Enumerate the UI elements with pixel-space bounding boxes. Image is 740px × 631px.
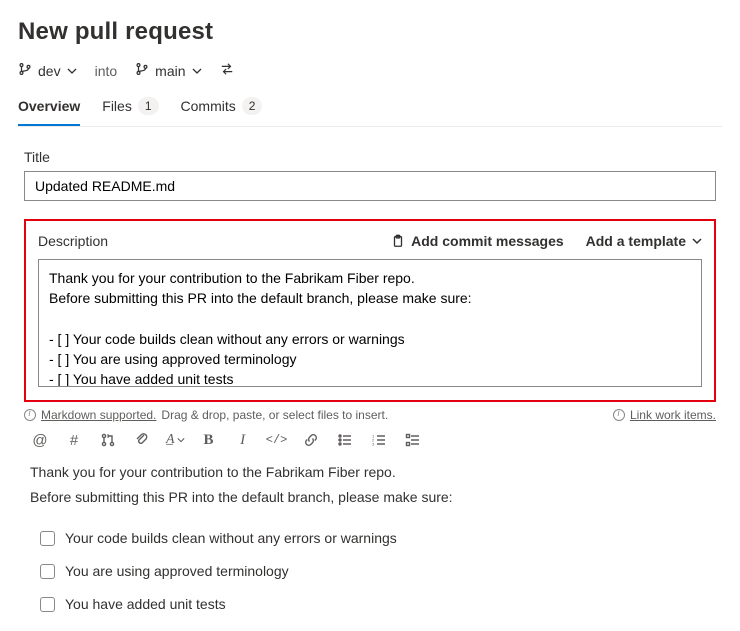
chevron-down-icon	[67, 66, 77, 76]
into-label: into	[95, 63, 118, 79]
numbered-list-button[interactable]: 123	[369, 430, 389, 450]
mention-button[interactable]: @	[30, 430, 50, 450]
tab-bar: Overview Files 1 Commits 2	[18, 89, 722, 127]
source-branch-label: dev	[38, 63, 61, 79]
description-preview: Thank you for your contribution to the F…	[24, 458, 716, 621]
attach-button[interactable]	[132, 430, 152, 450]
list-item: Your code builds clean without any error…	[30, 522, 710, 555]
chevron-down-icon	[177, 436, 185, 444]
info-icon	[613, 409, 625, 421]
tab-count-badge: 1	[138, 97, 159, 115]
chevron-down-icon	[692, 236, 702, 246]
title-label: Title	[24, 149, 716, 165]
description-block: Description Add commit messages Add a te…	[24, 219, 716, 402]
tab-count-badge: 2	[242, 97, 263, 115]
swap-branches-button[interactable]	[220, 62, 234, 79]
button-label: Add commit messages	[411, 233, 564, 249]
target-branch-label: main	[155, 63, 185, 79]
description-label: Description	[38, 233, 369, 249]
button-label: Add a template	[586, 233, 686, 249]
work-item-button[interactable]: #	[64, 430, 84, 450]
target-branch-picker[interactable]: main	[135, 62, 201, 79]
checklist-label: You have added unit tests	[65, 594, 226, 615]
checklist-checkbox[interactable]	[40, 531, 55, 546]
link-button[interactable]	[301, 430, 321, 450]
clipboard-icon	[391, 234, 405, 248]
link-work-items-link[interactable]: Link work items.	[630, 408, 716, 422]
task-list-button[interactable]	[403, 430, 423, 450]
bold-button[interactable]: B	[199, 430, 219, 450]
list-item: You are using approved terminology	[30, 555, 710, 588]
source-branch-picker[interactable]: dev	[18, 62, 77, 79]
preview-line: Thank you for your contribution to the F…	[30, 462, 710, 483]
preview-checklist: Your code builds clean without any error…	[30, 522, 710, 621]
italic-button[interactable]: I	[233, 430, 253, 450]
branch-icon	[18, 62, 32, 79]
drag-drop-hint: Drag & drop, paste, or select files to i…	[161, 408, 388, 422]
markdown-toolbar: @ # A̲ B I </> 123	[24, 422, 716, 458]
add-commit-messages-button[interactable]: Add commit messages	[391, 233, 564, 249]
tab-label: Commits	[181, 98, 236, 114]
tab-label: Files	[102, 98, 132, 114]
tab-commits[interactable]: Commits 2	[181, 89, 263, 127]
checklist-checkbox[interactable]	[40, 564, 55, 579]
code-button[interactable]: </>	[267, 430, 287, 450]
branch-icon	[135, 62, 149, 79]
bullet-list-button[interactable]	[335, 430, 355, 450]
chevron-down-icon	[192, 66, 202, 76]
list-item: You have added unit tests	[30, 588, 710, 621]
markdown-supported-link[interactable]: Markdown supported.	[41, 408, 156, 422]
tab-label: Overview	[18, 98, 80, 114]
tab-overview[interactable]: Overview	[18, 90, 80, 126]
add-template-button[interactable]: Add a template	[586, 233, 702, 249]
tab-files[interactable]: Files 1	[102, 89, 158, 127]
checklist-checkbox[interactable]	[40, 597, 55, 612]
svg-text:3: 3	[372, 442, 375, 447]
page-title: New pull request	[18, 18, 722, 46]
checklist-label: You are using approved terminology	[65, 561, 289, 582]
pr-button[interactable]	[98, 430, 118, 450]
description-textarea[interactable]	[38, 259, 702, 387]
title-input[interactable]	[24, 171, 716, 201]
info-icon	[24, 409, 36, 421]
branch-bar: dev into main	[18, 62, 722, 79]
preview-line: Before submitting this PR into the defau…	[30, 487, 710, 508]
heading-button[interactable]: A̲	[166, 432, 185, 448]
checklist-label: Your code builds clean without any error…	[65, 528, 397, 549]
hint-row: Markdown supported. Drag & drop, paste, …	[24, 408, 716, 422]
